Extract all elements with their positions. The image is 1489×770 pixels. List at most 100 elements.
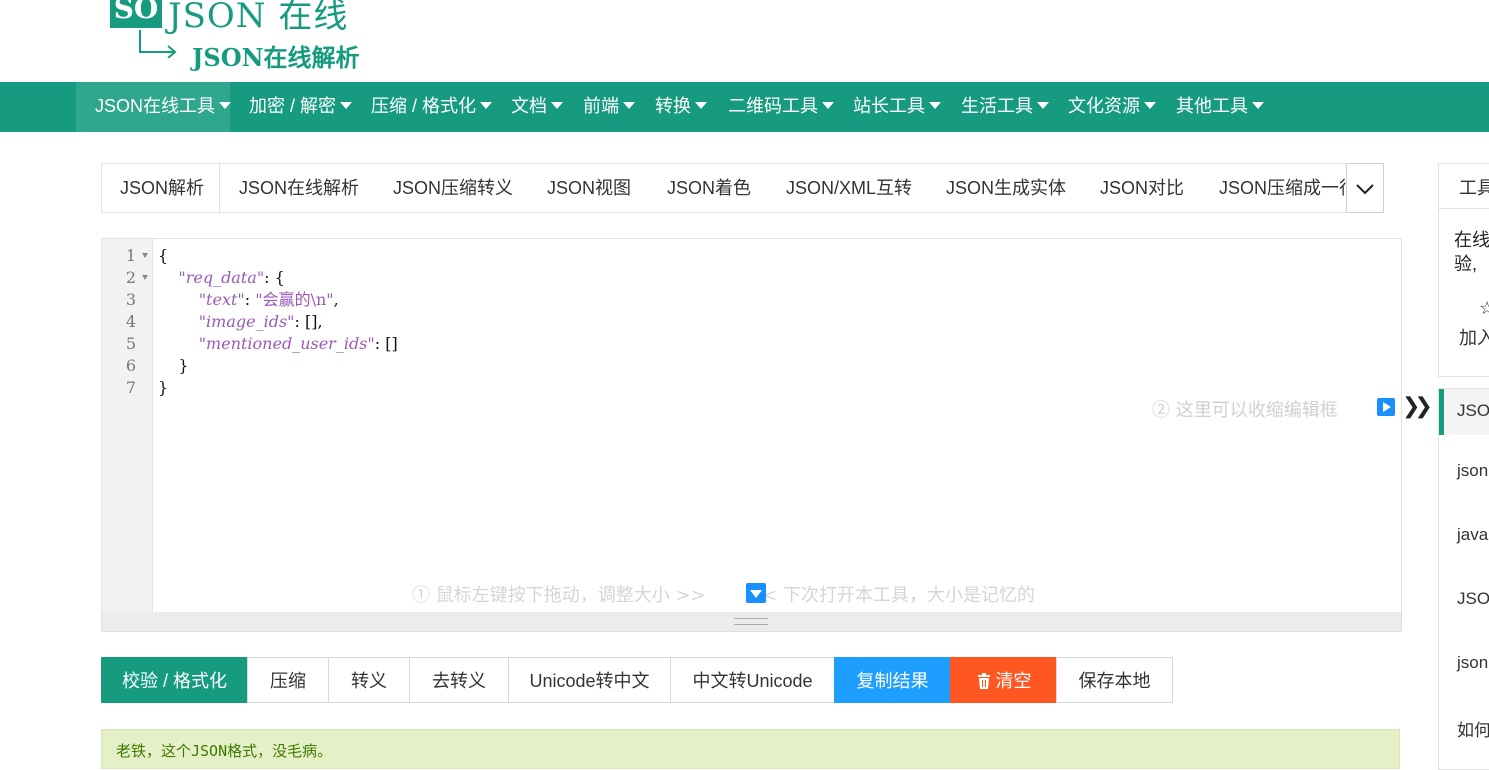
tab-json-color[interactable]: JSON着色 [667,164,751,212]
side-list-item[interactable]: 如何 [1457,716,1489,741]
logo-badge: SO [110,0,162,28]
json-key: "text" [198,290,245,309]
code-line: "req_data": { [158,267,285,289]
fold-arrow-icon[interactable] [142,275,148,280]
json-punct: : [], [294,312,323,331]
tab-json-xml[interactable]: JSON/XML互转 [786,164,912,212]
nav-item-format[interactable]: 压缩 / 格式化 [371,82,493,132]
clear-button[interactable]: 清空 [950,657,1057,703]
json-punct: : { [264,268,285,287]
caret-down-icon [1252,101,1264,109]
caret-down-icon [480,101,493,109]
add-favorite-link[interactable]: 加入 [1459,324,1489,350]
side-list-item[interactable]: JSO [1457,401,1489,421]
resize-down-icon[interactable] [746,583,766,603]
tool-tabs: JSON解析 JSON在线解析 JSON压缩转义 JSON视图 JSON着色 J… [101,163,1384,213]
tab-json-online-parse[interactable]: JSON在线解析 [239,164,359,212]
validation-result: 老铁，这个JSON格式，没毛病。 [101,729,1400,769]
json-punct [158,312,199,331]
caret-down-icon [695,101,707,109]
line-number: 2 [125,268,136,287]
main-nav: JSON在线工具 加密 / 解密 压缩 / 格式化 文档 前端 转换 二维码工具… [0,82,1489,132]
json-punct: : [] [374,334,398,353]
line-number: 6 [125,356,136,375]
nav-item-culture[interactable]: 文化资源 [1068,82,1156,132]
active-indicator [1439,389,1444,435]
validate-format-button[interactable]: 校验 / 格式化 [101,657,248,703]
collapse-play-icon[interactable] [1377,398,1395,416]
chevron-down-icon [1356,184,1374,195]
line-number: 3 [125,290,136,309]
json-punct: } [158,356,189,375]
nav-item-qrcode[interactable]: 二维码工具 [728,82,834,132]
tab-json-entity[interactable]: JSON生成实体 [946,164,1066,212]
line-number: 4 [125,312,136,331]
divider [1439,208,1489,209]
nav-item-life[interactable]: 生活工具 [961,82,1049,132]
caret-down-icon [623,101,635,109]
caret-down-icon [822,101,834,109]
caret-down-icon [340,101,353,109]
logo-arrow-icon [139,30,177,58]
site-logo[interactable]: SO JSON 在线 JSON在线解析 [108,0,378,80]
side-tool-card: 工具 在线 验, ☆ 加入 [1438,163,1489,377]
tab-json-compare[interactable]: JSON对比 [1100,164,1184,212]
caret-down-icon [929,101,941,109]
json-punct: , [333,290,339,309]
side-related-list: JSO json java JSO json 如何 [1438,388,1489,770]
side-list-item[interactable]: json [1457,461,1488,481]
side-list-item[interactable]: json [1457,653,1488,673]
logo-subtitle: JSON在线解析 [192,43,360,72]
json-key: "req_data" [178,268,265,287]
resize-hint: ① 鼠标左键按下拖动，调整大小 >> << 下次打开本工具，大小是记忆的 [412,581,1035,607]
tab-json-one-line[interactable]: JSON压缩成一行 [1219,164,1357,212]
nav-item-other[interactable]: 其他工具 [1176,82,1264,132]
compress-button[interactable]: 压缩 [247,657,329,703]
double-chevron-right-icon[interactable]: ❯❯ [1402,394,1433,419]
nav-item-frontend[interactable]: 前端 [583,82,635,132]
json-punct [158,334,199,353]
caret-down-icon [1037,101,1049,109]
side-card-desc: 在线 验, [1454,230,1489,274]
grip-icon [734,618,768,625]
json-punct: } [158,378,169,397]
tabs-more-button[interactable] [1346,163,1384,213]
copy-result-button[interactable]: 复制结果 [834,657,951,703]
nav-item-encrypt[interactable]: 加密 / 解密 [249,82,353,132]
code-line: "text": "会赢的\n", [158,289,339,311]
nav-item-json-tools[interactable]: JSON在线工具 [76,82,232,132]
resize-hint-left: ① 鼠标左键按下拖动，调整大小 >> [412,585,706,606]
code-line: } [158,355,189,377]
result-message: 老铁，这个JSON格式，没毛病。 [116,742,333,760]
json-key: "mentioned_user_ids" [198,334,375,353]
line-number: 1 [125,246,136,265]
unicode-to-chinese-button[interactable]: Unicode转中文 [508,657,671,703]
json-editor[interactable]: 1 2 3 4 5 6 7 { "req_data": { "text": "会… [101,238,1402,614]
save-local-button[interactable]: 保存本地 [1056,657,1173,703]
code-line: } [158,377,168,399]
json-punct: : [244,290,256,309]
nav-item-convert[interactable]: 转换 [655,82,707,132]
side-card-title: 工具 [1459,178,1489,198]
code-line: "mentioned_user_ids": [] [158,333,398,355]
json-key: "image_ids" [198,312,295,331]
fold-arrow-icon[interactable] [142,253,148,258]
star-icon[interactable]: ☆ [1479,298,1489,319]
nav-item-webmaster[interactable]: 站长工具 [853,82,941,132]
caret-down-icon [551,101,563,109]
chinese-to-unicode-button[interactable]: 中文转Unicode [670,657,835,703]
json-punct: { [158,246,169,265]
unescape-button[interactable]: 去转义 [409,657,509,703]
code-line: "image_ids": [], [158,311,323,333]
tab-json-view[interactable]: JSON视图 [547,164,631,212]
logo-title: JSON 在线 [168,0,349,36]
escape-button[interactable]: 转义 [328,657,410,703]
caret-down-icon [219,101,232,109]
tab-json-compress-escape[interactable]: JSON压缩转义 [393,164,513,212]
tab-json-parse[interactable]: JSON解析 [102,164,220,212]
resize-handle[interactable] [101,612,1402,632]
side-list-item[interactable]: java [1457,525,1488,545]
side-list-item[interactable]: JSO [1457,589,1489,609]
json-string: "会赢的\n" [255,290,334,309]
nav-item-docs[interactable]: 文档 [511,82,563,132]
